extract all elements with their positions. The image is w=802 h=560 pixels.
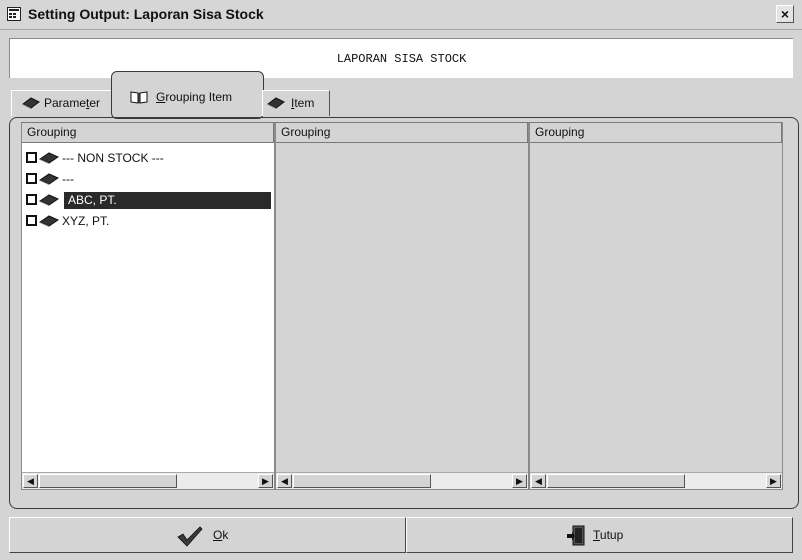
tree-item-label: XYZ, PT.	[62, 214, 110, 228]
window-title: Setting Output: Laporan Sisa Stock	[28, 6, 264, 22]
column-header[interactable]: Grouping	[530, 123, 782, 143]
ok-button-label: Ok	[213, 528, 229, 542]
tree-item-label: --- NON STOCK ---	[62, 151, 164, 165]
book-icon	[39, 173, 59, 185]
horizontal-scrollbar[interactable]: ◀ ▶	[22, 472, 274, 489]
tree-item-label: ABC, PT.	[64, 192, 271, 209]
scroll-right-icon[interactable]: ▶	[258, 474, 273, 488]
grouping-list-2[interactable]: Grouping ◀ ▶	[275, 122, 529, 490]
ok-button[interactable]: Ok	[9, 517, 406, 553]
scroll-left-icon[interactable]: ◀	[23, 474, 38, 488]
scroll-left-icon[interactable]: ◀	[277, 474, 292, 488]
tab-item[interactable]: Item	[262, 90, 330, 116]
column-header[interactable]: Grouping	[276, 123, 528, 143]
checkbox[interactable]	[26, 194, 37, 205]
title-bar: Setting Output: Laporan Sisa Stock ×	[0, 0, 802, 30]
close-button[interactable]: ×	[776, 5, 794, 23]
checkbox[interactable]	[26, 173, 37, 184]
tree-list[interactable]	[530, 143, 782, 472]
close-dialog-button-label: Tutup	[593, 528, 624, 542]
checkmark-icon	[177, 526, 203, 547]
app-icon	[7, 7, 21, 21]
scroll-thumb[interactable]	[293, 474, 431, 488]
scroll-right-icon[interactable]: ▶	[512, 474, 527, 488]
scroll-thumb[interactable]	[547, 474, 685, 488]
book-icon	[39, 215, 59, 227]
tab-grouping-item-label: Grouping Item	[156, 90, 233, 104]
column-header[interactable]: Grouping	[22, 123, 274, 143]
checkbox[interactable]	[26, 215, 37, 226]
book-icon	[267, 97, 285, 109]
tree-list[interactable]	[276, 143, 528, 472]
book-icon	[39, 152, 59, 164]
tree-item-selected[interactable]: ABC, PT.	[26, 192, 272, 210]
horizontal-scrollbar[interactable]: ◀ ▶	[276, 472, 528, 489]
tab-grouping-item[interactable]: Grouping Item	[111, 71, 264, 119]
open-book-icon	[130, 91, 148, 104]
tree-list[interactable]: --- NON STOCK --- --- ABC, PT. XYZ, PT.	[22, 143, 274, 472]
tab-parameter[interactable]: Parameter	[11, 90, 117, 116]
exit-door-icon	[567, 525, 585, 546]
horizontal-scrollbar[interactable]: ◀ ▶	[530, 472, 782, 489]
close-dialog-button[interactable]: Tutup	[406, 517, 793, 553]
grouping-list-1[interactable]: Grouping --- NON STOCK --- --- ABC, PT.	[21, 122, 275, 490]
checkbox[interactable]	[26, 152, 37, 163]
tab-parameter-label: Parameter	[44, 96, 101, 110]
book-icon	[39, 194, 59, 206]
scroll-thumb[interactable]	[39, 474, 177, 488]
scroll-left-icon[interactable]: ◀	[531, 474, 546, 488]
grouping-list-3[interactable]: Grouping ◀ ▶	[529, 122, 783, 490]
book-icon	[22, 97, 40, 109]
scroll-right-icon[interactable]: ▶	[766, 474, 781, 488]
tree-item-label: ---	[62, 172, 74, 186]
tab-item-label: Item	[291, 96, 315, 110]
